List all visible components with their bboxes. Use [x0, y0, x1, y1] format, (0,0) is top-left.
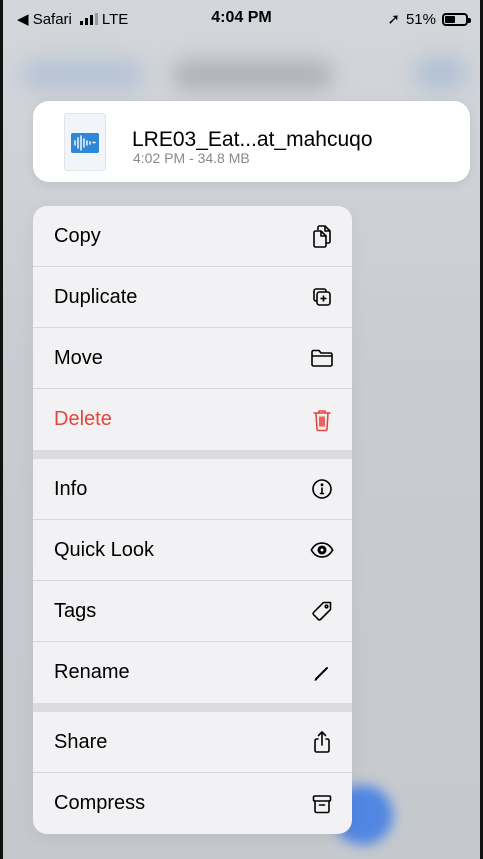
file-meta: 4:02 PM - 34.8 MB [133, 150, 250, 166]
audio-file-icon [64, 113, 106, 171]
menu-item-label: Compress [54, 792, 146, 814]
folder-icon [310, 346, 334, 370]
archive-icon [310, 792, 334, 816]
waveform-icon [71, 133, 99, 153]
menu-item-label: Rename [54, 661, 130, 683]
menu-item-delete[interactable]: Delete [33, 389, 352, 450]
battery-percent: 51% [405, 10, 436, 28]
menu-item-label: Duplicate [54, 285, 138, 308]
screen: ◀ Safari LTE 4:04 PM ➚ 51% LRE03_Eat...a… [0, 0, 483, 859]
blurred-action-button [413, 55, 468, 91]
menu-item-quick-look[interactable]: Quick Look [33, 520, 352, 581]
menu-item-share[interactable]: Share [33, 712, 352, 773]
info-icon [310, 477, 334, 501]
menu-item-rename[interactable]: Rename [33, 642, 352, 703]
menu-item-move[interactable]: Move [33, 328, 352, 389]
menu-item-label: Share [54, 730, 108, 753]
menu-item-duplicate[interactable]: Duplicate [33, 267, 352, 328]
duplicate-icon [310, 285, 334, 309]
menu-group-separator [33, 450, 352, 459]
file-preview-card[interactable]: LRE03_Eat...at_mahcuqo 4:02 PM - 34.8 MB [33, 101, 470, 182]
menu-item-label: Copy [54, 224, 101, 247]
location-arrow-icon: ➚ [387, 11, 400, 28]
menu-item-label: Move [54, 346, 103, 369]
blurred-title [173, 60, 333, 90]
menu-item-label: Delete [54, 408, 112, 430]
status-bar: ◀ Safari LTE 4:04 PM ➚ 51% [3, 0, 480, 40]
menu-item-tags[interactable]: Tags [33, 581, 352, 642]
eye-icon [310, 538, 334, 562]
trash-icon [310, 408, 334, 432]
menu-item-label: Quick Look [54, 538, 155, 561]
file-name: LRE03_Eat...at_mahcuqo [132, 128, 373, 151]
blurred-back-button [23, 60, 143, 90]
copy-icon [310, 224, 334, 248]
tag-icon [310, 599, 334, 623]
menu-item-label: Info [54, 477, 88, 500]
pencil-icon [310, 661, 334, 685]
menu-item-compress[interactable]: Compress [33, 773, 352, 834]
battery-icon [442, 12, 471, 26]
menu-group-separator [33, 703, 352, 712]
menu-item-copy[interactable]: Copy [33, 206, 352, 267]
menu-item-info[interactable]: Info [33, 459, 352, 520]
menu-item-label: Tags [54, 599, 97, 622]
share-icon [310, 730, 334, 754]
context-menu: Copy Duplicate Move Delete Info Quick Lo… [33, 206, 352, 834]
